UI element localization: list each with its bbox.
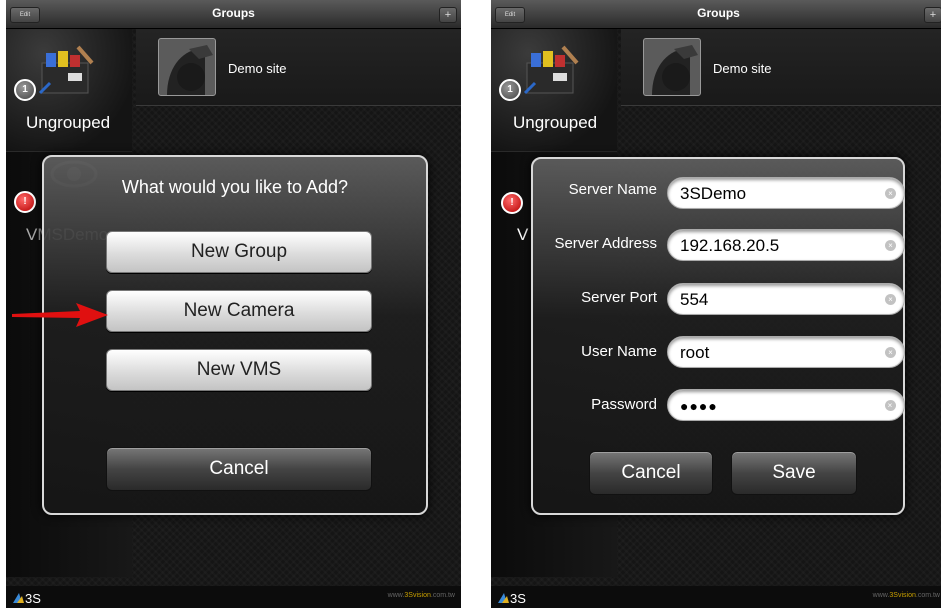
navbar: Edit Groups + xyxy=(6,0,461,29)
sidebar-item-ungrouped[interactable]: 1 Ungrouped xyxy=(6,29,132,152)
pointer-arrow-icon xyxy=(12,303,108,327)
right-screen: Edit Groups + 1 Ungrouped ! V Demo site … xyxy=(491,0,941,608)
site-row[interactable]: Demo site xyxy=(621,29,941,106)
new-group-button[interactable]: New Group xyxy=(106,231,372,273)
sidebar-item-ungrouped[interactable]: 1 Ungrouped xyxy=(491,29,617,152)
cancel-button[interactable]: Cancel xyxy=(589,451,713,495)
camera-icon xyxy=(643,38,701,96)
user-name-value: root xyxy=(680,343,710,362)
3s-logo-icon: 3S xyxy=(498,591,526,605)
password-value: ●●●● xyxy=(680,398,718,414)
save-button[interactable]: Save xyxy=(731,451,857,495)
server-address-value: 192.168.20.5 xyxy=(680,236,780,255)
clear-icon[interactable]: × xyxy=(885,294,896,305)
vms-alert-badge: ! xyxy=(14,191,36,213)
footer: 3S www.3Svision.com.tw xyxy=(491,586,941,608)
clear-icon[interactable]: × xyxy=(885,400,896,411)
server-address-field[interactable]: 192.168.20.5 × xyxy=(667,229,905,261)
svg-text:3S: 3S xyxy=(510,591,526,605)
nav-title: Groups xyxy=(212,6,255,20)
clear-icon[interactable]: × xyxy=(885,347,896,358)
dialog-title: What would you like to Add? xyxy=(121,177,349,197)
footer-url: www.3Svision.com.tw xyxy=(387,592,455,599)
site-name: Demo site xyxy=(713,61,772,76)
footer: 3S www.3Svision.com.tw xyxy=(6,586,461,608)
ungrouped-count-badge: 1 xyxy=(499,79,521,101)
left-screen: Edit Groups + 1 Ungrouped ! VMSDemo xyxy=(6,0,461,608)
server-name-field[interactable]: 3SDemo × xyxy=(667,177,905,209)
cancel-button[interactable]: Cancel xyxy=(106,447,372,491)
nav-title: Groups xyxy=(697,6,740,20)
new-vms-button[interactable]: New VMS xyxy=(106,349,372,391)
camera-icon xyxy=(158,38,216,96)
password-label: Password xyxy=(591,396,657,413)
add-button[interactable]: + xyxy=(924,7,941,23)
site-row[interactable]: Demo site xyxy=(136,29,461,106)
sidebar-item-vms[interactable]: V xyxy=(517,225,528,245)
server-name-value: 3SDemo xyxy=(680,184,747,203)
add-button[interactable]: + xyxy=(439,7,457,23)
sidebar-item-label: Ungrouped xyxy=(26,113,111,132)
footer-url: www.3Svision.com.tw xyxy=(872,592,940,599)
server-address-label: Server Address xyxy=(554,235,657,252)
clear-icon[interactable]: × xyxy=(885,240,896,251)
3s-logo-icon: 3S xyxy=(13,591,41,605)
server-name-label: Server Name xyxy=(568,181,657,198)
server-port-label: Server Port xyxy=(581,289,657,306)
vms-alert-badge: ! xyxy=(501,192,523,214)
server-port-value: 554 xyxy=(680,290,709,309)
password-field[interactable]: ●●●● × xyxy=(667,389,905,421)
toolbox-icon xyxy=(523,45,579,95)
new-camera-button[interactable]: New Camera xyxy=(106,290,372,332)
server-port-field[interactable]: 554 × xyxy=(667,283,905,315)
sidebar-item-label: Ungrouped xyxy=(513,113,598,132)
ungrouped-count-badge: 1 xyxy=(14,79,36,101)
add-item-dialog: What would you like to Add? New Group Ne… xyxy=(42,155,428,515)
svg-text:3S: 3S xyxy=(25,591,41,605)
add-server-dialog: Server Name 3SDemo × Server Address 192.… xyxy=(531,157,905,515)
site-name: Demo site xyxy=(228,61,287,76)
toolbox-icon xyxy=(38,45,94,95)
user-name-field[interactable]: root × xyxy=(667,336,905,368)
user-name-label: User Name xyxy=(581,343,657,360)
clear-icon[interactable]: × xyxy=(885,188,896,199)
navbar: Edit Groups + xyxy=(491,0,941,29)
